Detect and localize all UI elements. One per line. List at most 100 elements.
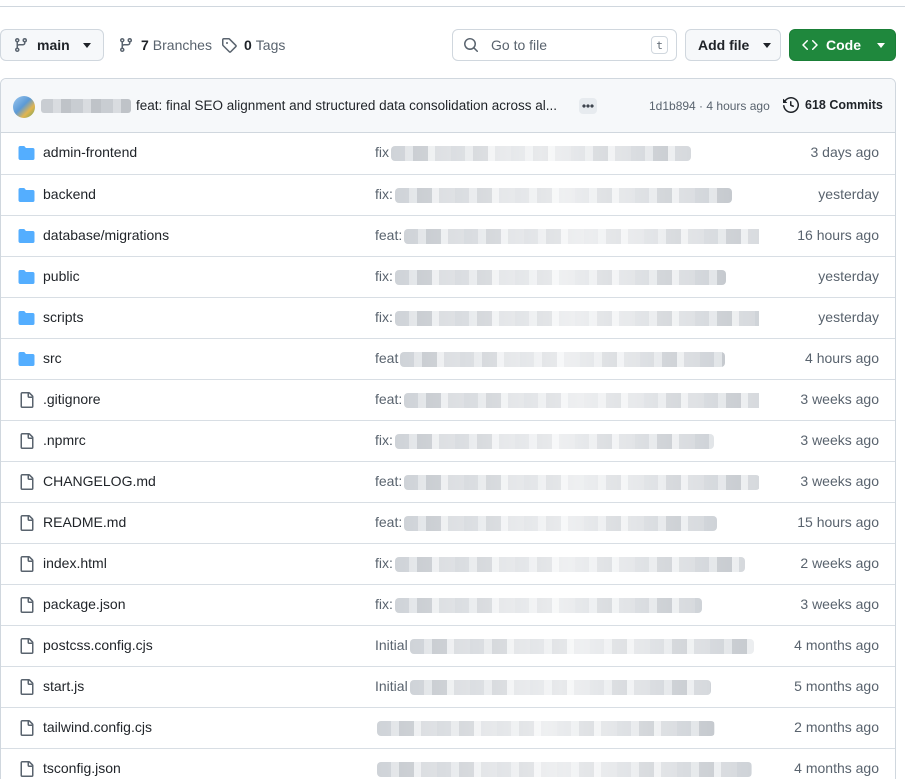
file-commit-message[interactable]: fix: <box>375 596 759 614</box>
code-button[interactable]: Code <box>789 29 896 61</box>
redacted-text <box>394 269 726 285</box>
branches-link[interactable]: 7 Branches <box>118 29 212 61</box>
file-name-link[interactable]: .gitignore <box>43 391 101 407</box>
file-row[interactable]: .gitignore feat: 3 weeks ago <box>1 379 895 420</box>
redacted-text <box>377 761 752 777</box>
commits-history-link[interactable]: 618 Commits <box>783 97 883 113</box>
file-name-link[interactable]: tsconfig.json <box>43 760 121 776</box>
file-icon <box>18 556 35 572</box>
commit-prefix: fix: <box>375 186 393 202</box>
chevron-down-icon <box>877 42 885 48</box>
file-commit-message[interactable]: Initial <box>375 637 759 655</box>
file-name-link[interactable]: .npmrc <box>43 432 86 448</box>
file-row[interactable]: .npmrc fix: 3 weeks ago <box>1 420 895 461</box>
file-commit-message[interactable]: fix: <box>375 432 759 450</box>
commit-prefix: feat <box>375 350 399 366</box>
redacted-text <box>394 433 714 449</box>
file-row[interactable]: public fix: yesterday <box>1 256 895 297</box>
file-row[interactable]: package.json fix: 3 weeks ago <box>1 584 895 625</box>
add-file-button[interactable]: Add file <box>685 29 781 61</box>
history-icon <box>783 97 799 113</box>
latest-commit-message[interactable]: feat: final SEO alignment and structured… <box>136 98 568 113</box>
file-name-link[interactable]: admin-frontend <box>43 144 137 160</box>
file-row[interactable]: README.md feat: 15 hours ago <box>1 502 895 543</box>
folder-icon <box>18 269 35 285</box>
file-row[interactable]: database/migrations feat: 16 hours ago <box>1 215 895 256</box>
file-commit-message[interactable] <box>375 719 759 737</box>
file-row[interactable]: backend fix: yesterday <box>1 174 895 215</box>
file-commit-age: 3 weeks ago <box>800 391 879 407</box>
file-name-link[interactable]: tailwind.config.cjs <box>43 719 152 735</box>
file-commit-message[interactable]: feat: <box>375 473 759 491</box>
commit-prefix: fix: <box>375 309 393 325</box>
file-name-link[interactable]: public <box>43 268 80 284</box>
file-commit-message[interactable]: fix: <box>375 555 759 573</box>
tag-icon <box>222 38 237 53</box>
redacted-text <box>409 638 754 654</box>
branches-count: 7 <box>141 37 149 53</box>
file-commit-message[interactable]: fix: <box>375 268 759 286</box>
file-commit-message[interactable]: fix: <box>375 186 759 204</box>
file-commit-age: yesterday <box>818 309 879 325</box>
file-name-link[interactable]: README.md <box>43 514 126 530</box>
redacted-text <box>404 474 759 490</box>
file-name-link[interactable]: backend <box>43 186 96 202</box>
file-name-link[interactable]: index.html <box>43 555 107 571</box>
file-row[interactable]: tailwind.config.cjs 2 months ago <box>1 707 895 748</box>
file-commit-message[interactable]: fix: <box>375 309 759 327</box>
file-row[interactable]: postcss.config.cjs Initial 4 months ago <box>1 625 895 666</box>
branch-icon <box>14 38 27 53</box>
file-commit-age: 4 months ago <box>794 760 879 776</box>
repo-toolbar: main 7 Branches 0 Tags Go to file t Add … <box>0 29 905 63</box>
latest-commit-bar: feat: final SEO alignment and structured… <box>1 79 895 133</box>
folder-icon <box>18 145 35 161</box>
file-name-link[interactable]: scripts <box>43 309 83 325</box>
go-to-file-input[interactable]: Go to file t <box>452 29 677 61</box>
file-row[interactable]: start.js Initial 5 months ago <box>1 666 895 707</box>
file-list: admin-frontend fix 3 days ago backend fix: ye… <box>1 133 895 779</box>
file-commit-message[interactable]: feat: <box>375 514 759 532</box>
file-row[interactable]: scripts fix: yesterday <box>1 297 895 338</box>
file-row[interactable]: tsconfig.json 4 months ago <box>1 748 895 779</box>
file-commit-message[interactable]: feat <box>375 350 759 368</box>
redacted-text <box>404 228 759 244</box>
folder-icon <box>18 351 35 367</box>
author-name-redacted[interactable] <box>41 99 131 113</box>
commit-prefix: feat: <box>375 473 403 489</box>
branch-selector-button[interactable]: main <box>0 29 104 61</box>
tags-link[interactable]: 0 Tags <box>221 29 285 61</box>
file-name-link[interactable]: database/migrations <box>43 227 169 243</box>
file-row[interactable]: src feat 4 hours ago <box>1 338 895 379</box>
file-commit-age: 15 hours ago <box>797 514 879 530</box>
file-icon <box>18 474 35 490</box>
file-row[interactable]: admin-frontend fix 3 days ago <box>1 133 895 174</box>
commit-prefix: feat: <box>375 391 403 407</box>
file-name-link[interactable]: postcss.config.cjs <box>43 637 153 653</box>
file-row[interactable]: CHANGELOG.md feat: 3 weeks ago <box>1 461 895 502</box>
file-row[interactable]: index.html fix: 2 weeks ago <box>1 543 895 584</box>
file-commit-age: 2 months ago <box>794 719 879 735</box>
file-commit-message[interactable]: feat: <box>375 227 759 245</box>
file-commit-message[interactable]: Initial <box>375 678 759 696</box>
commit-age: 4 hours ago <box>706 99 770 113</box>
redacted-text <box>400 351 726 367</box>
folder-icon <box>18 187 35 203</box>
commit-meta: 1d1b894 · 4 hours ago <box>649 99 770 113</box>
file-commit-message[interactable]: feat: <box>375 391 759 409</box>
chevron-down-icon <box>82 42 91 48</box>
avatar[interactable] <box>13 96 35 118</box>
tags-count: 0 <box>244 37 252 53</box>
file-commit-message[interactable]: fix <box>375 144 759 162</box>
file-name-link[interactable]: src <box>43 350 62 366</box>
chevron-down-icon <box>763 42 772 48</box>
file-commit-age: 4 hours ago <box>805 350 879 366</box>
file-commit-message[interactable] <box>375 760 759 778</box>
file-name-link[interactable]: start.js <box>43 678 84 694</box>
file-name-link[interactable]: CHANGELOG.md <box>43 473 156 489</box>
commit-prefix: Initial <box>375 637 408 653</box>
commit-sha[interactable]: 1d1b894 <box>649 99 696 113</box>
file-name-link[interactable]: package.json <box>43 596 126 612</box>
redacted-text <box>404 515 718 531</box>
tags-label: Tags <box>255 37 286 53</box>
expand-commit-button[interactable] <box>579 98 597 114</box>
